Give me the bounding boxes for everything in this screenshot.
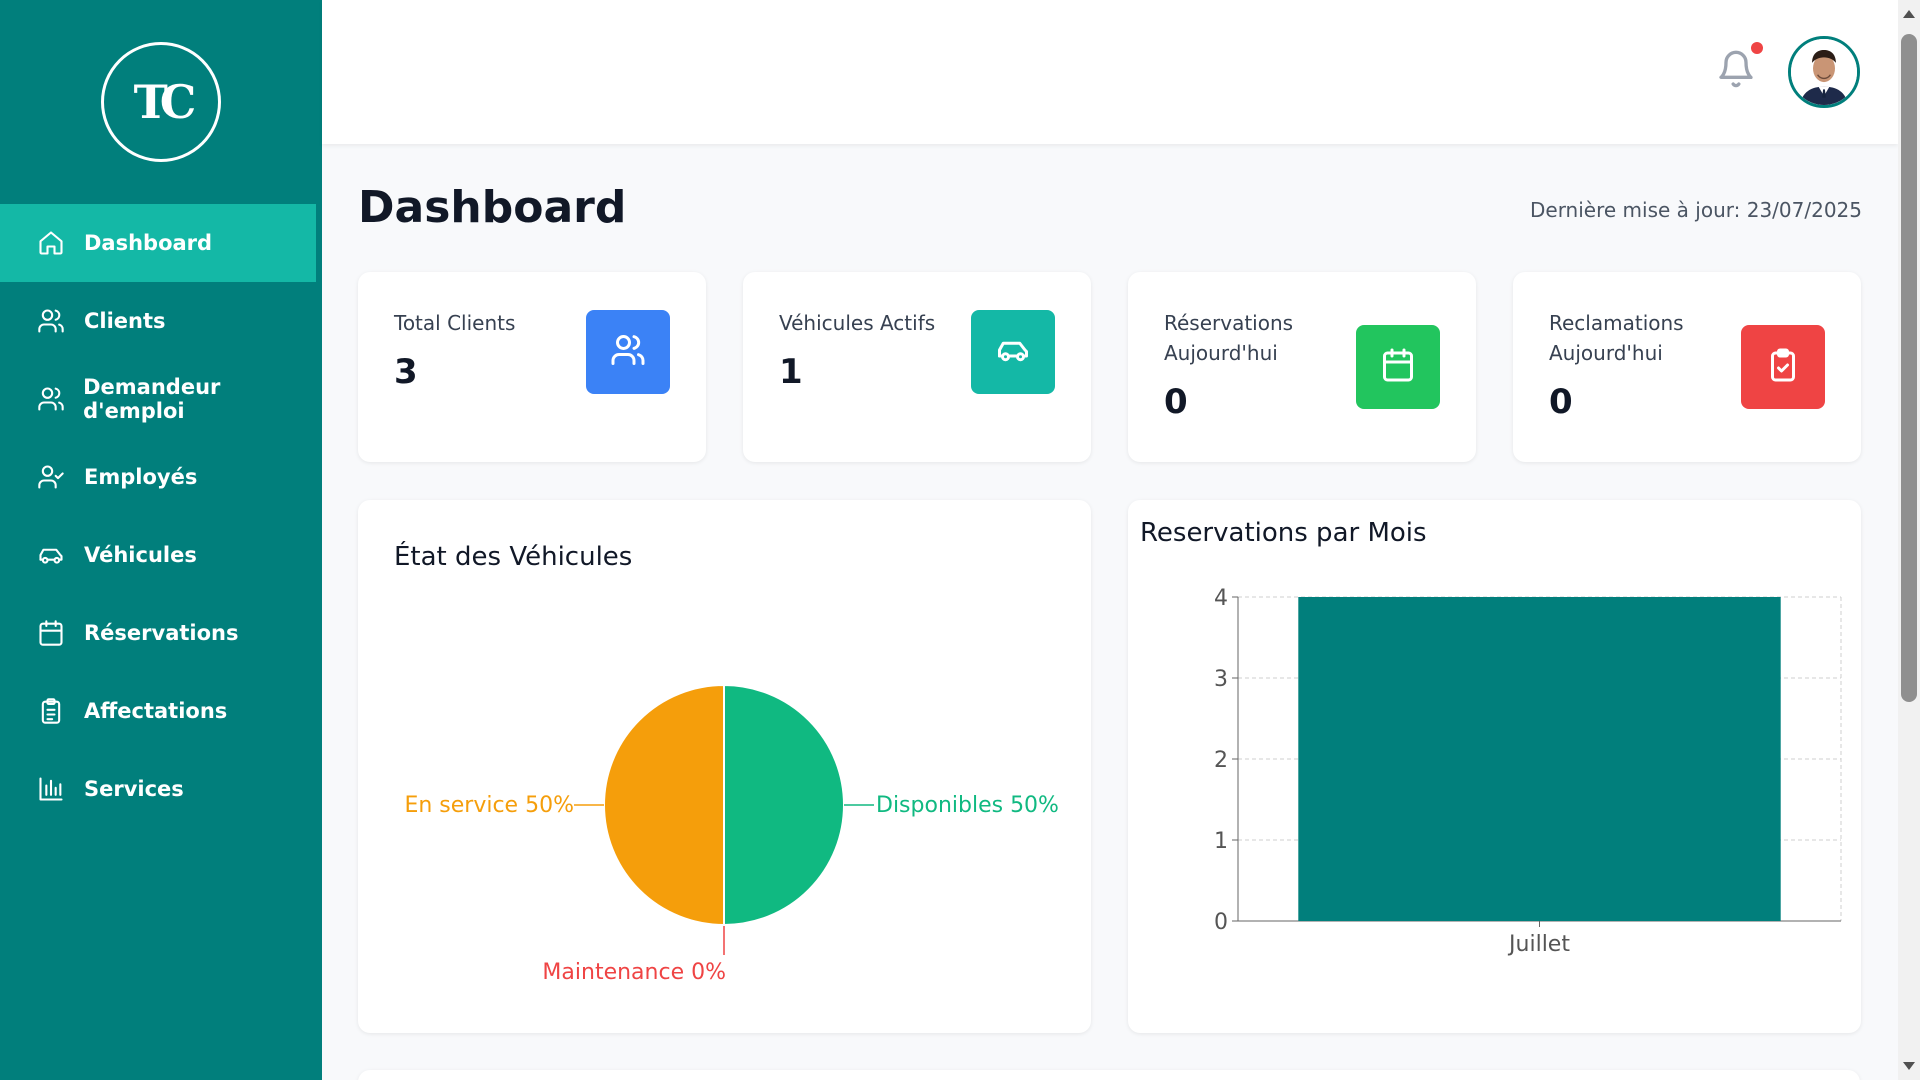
stat-label: Réservations Aujourd'hui bbox=[1164, 311, 1294, 365]
notification-badge bbox=[1751, 42, 1763, 54]
users-icon bbox=[36, 306, 66, 336]
calendar-icon bbox=[1380, 347, 1416, 387]
x-tick-label-0: Juillet bbox=[1507, 932, 1570, 957]
sidebar-nav: Dashboard Clients Demandeur d'emploi Emp… bbox=[0, 204, 322, 828]
logo-text: TC bbox=[133, 75, 197, 129]
users-icon bbox=[610, 332, 646, 372]
notification-button[interactable] bbox=[1716, 48, 1756, 94]
bell-icon bbox=[1716, 50, 1756, 94]
scroll-thumb[interactable] bbox=[1901, 34, 1917, 702]
reservations-chart-panel: Reservations par Mois 0 1 2 3 4 Juillet bbox=[1128, 500, 1861, 1033]
stat-card-total-clients: Total Clients 3 bbox=[358, 272, 706, 462]
stat-icon-box bbox=[586, 310, 670, 394]
bar-chart-icon bbox=[36, 774, 66, 804]
sidebar-item-label: Clients bbox=[84, 309, 166, 333]
sidebar-item-clients[interactable]: Clients bbox=[0, 282, 322, 360]
y-tick-label-4: 4 bbox=[1214, 586, 1228, 611]
sidebar: TC Dashboard Clients Demandeur d'emploi … bbox=[0, 0, 322, 1080]
pie-chart: Disponibles 50% Maintenance 0% En service … bbox=[404, 683, 1059, 985]
stat-icon-box bbox=[1356, 325, 1440, 409]
bar-0[interactable] bbox=[1298, 597, 1781, 921]
y-tick-label-2: 2 bbox=[1214, 748, 1228, 773]
stat-card-reservations-aujourdhui: Réservations Aujourd'hui 0 bbox=[1128, 272, 1476, 462]
sidebar-item-label: Employés bbox=[84, 465, 198, 489]
lower-panel bbox=[358, 1070, 1860, 1080]
stat-icon-box bbox=[971, 310, 1055, 394]
sidebar-item-reservations[interactable]: Réservations bbox=[0, 594, 322, 672]
sidebar-item-affectations[interactable]: Affectations bbox=[0, 672, 322, 750]
stat-value: 1 bbox=[779, 352, 803, 392]
pie-slice-0[interactable] bbox=[723, 683, 845, 927]
last-update-text: Dernière mise à jour: 23/07/2025 bbox=[1529, 198, 1862, 222]
sidebar-item-label: Réservations bbox=[84, 621, 239, 645]
home-icon bbox=[36, 228, 66, 258]
scroll-up-arrow[interactable] bbox=[1903, 10, 1915, 18]
bar-chart: 0 1 2 3 4 Juillet bbox=[1214, 586, 1842, 957]
clipboard-list-icon bbox=[36, 696, 66, 726]
stat-value: 3 bbox=[394, 352, 418, 392]
sidebar-item-label: Véhicules bbox=[84, 543, 197, 567]
avatar-image bbox=[1791, 39, 1857, 105]
sidebar-item-employes[interactable]: Employés bbox=[0, 438, 322, 516]
sidebar-item-demandeur-emploi[interactable]: Demandeur d'emploi bbox=[0, 360, 322, 438]
logo-area: TC bbox=[0, 0, 322, 204]
pie-label-2: En service 50% bbox=[404, 793, 574, 818]
sidebar-item-dashboard[interactable]: Dashboard bbox=[0, 204, 316, 282]
y-tick-label-0: 0 bbox=[1214, 910, 1228, 935]
pie-label-1: Maintenance 0% bbox=[542, 960, 726, 985]
car-icon bbox=[995, 332, 1031, 372]
vehicle-status-panel: État des Véhicules Disponibles 50% Mainte… bbox=[358, 500, 1091, 1033]
sidebar-item-services[interactable]: Services bbox=[0, 750, 322, 828]
stat-value: 0 bbox=[1549, 382, 1573, 422]
sidebar-item-label: Services bbox=[84, 777, 184, 801]
car-icon bbox=[36, 540, 66, 570]
pie-label-0: Disponibles 50% bbox=[876, 793, 1059, 818]
page-title: Dashboard bbox=[358, 182, 627, 233]
stat-icon-box bbox=[1741, 325, 1825, 409]
clipboard-check-icon bbox=[1765, 347, 1801, 387]
y-tick-label-3: 3 bbox=[1214, 667, 1228, 692]
stat-card-vehicules-actifs: Véhicules Actifs 1 bbox=[743, 272, 1091, 462]
logo[interactable]: TC bbox=[101, 42, 221, 162]
stat-label: Total Clients bbox=[394, 311, 516, 335]
users-icon bbox=[36, 384, 65, 414]
stat-card-reclamations-aujourdhui: Reclamations Aujourd'hui 0 bbox=[1513, 272, 1861, 462]
y-tick-label-1: 1 bbox=[1214, 829, 1228, 854]
stat-label: Reclamations Aujourd'hui bbox=[1549, 311, 1684, 365]
calendar-icon bbox=[36, 618, 66, 648]
top-bar bbox=[322, 0, 1898, 144]
sidebar-item-label: Demandeur d'emploi bbox=[83, 375, 221, 423]
stat-value: 0 bbox=[1164, 382, 1188, 422]
user-check-icon bbox=[36, 462, 66, 492]
sidebar-item-label: Dashboard bbox=[84, 231, 213, 255]
stat-label: Véhicules Actifs bbox=[779, 311, 936, 335]
avatar[interactable] bbox=[1788, 36, 1860, 108]
page-scrollbar[interactable] bbox=[1898, 0, 1920, 1080]
pie-slice-2[interactable] bbox=[603, 683, 725, 927]
sidebar-item-vehicules[interactable]: Véhicules bbox=[0, 516, 322, 594]
scroll-down-arrow[interactable] bbox=[1903, 1062, 1915, 1070]
sidebar-item-label: Affectations bbox=[84, 699, 228, 723]
